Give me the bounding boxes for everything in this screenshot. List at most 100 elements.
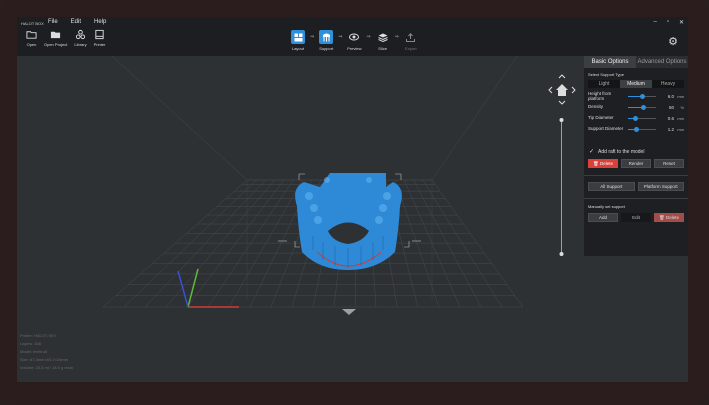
chevron-down-icon[interactable]	[558, 100, 566, 105]
3d-viewport[interactable]	[17, 56, 584, 382]
reset-button[interactable]: Reset	[654, 159, 684, 168]
chevron-right-icon[interactable]	[571, 86, 576, 94]
delete-manual-support-button[interactable]: 🗑 Delete	[654, 213, 684, 222]
tab-advanced-options[interactable]: Advanced Options	[636, 56, 688, 68]
step-export-label: Export	[405, 46, 417, 51]
open-project-button[interactable]: Open Project	[44, 29, 67, 47]
zoom-slider[interactable]	[559, 116, 564, 258]
density-slider[interactable]	[628, 105, 656, 110]
open-label: Open	[26, 42, 37, 47]
settings-gear-icon[interactable]: ⚙	[668, 35, 678, 48]
support-type-heading: Select Support Type	[588, 72, 624, 77]
delete-label: Delete	[599, 161, 613, 166]
printer-button[interactable]: Printer	[94, 29, 105, 47]
view-navigation[interactable]	[546, 72, 576, 112]
manual-support-heading: Manually set support	[588, 204, 625, 209]
close-button[interactable]: ✕	[679, 19, 684, 26]
delete-support-button[interactable]: 🗑 Delete	[588, 159, 618, 168]
export-icon	[406, 32, 416, 42]
step-slice-label: Slice	[378, 46, 387, 51]
z-axis-line	[177, 270, 189, 308]
grid-line	[102, 179, 248, 308]
grid-line	[422, 179, 503, 308]
delete-label: Delete	[665, 215, 679, 220]
grid-line	[207, 179, 294, 308]
step-support[interactable]: Support	[317, 30, 335, 51]
param-unit: mm	[677, 94, 684, 99]
support-type-medium[interactable]: Medium	[620, 80, 652, 88]
chevron-up-icon[interactable]	[558, 74, 566, 79]
tab-basic-options[interactable]: Basic Options	[584, 56, 636, 68]
trash-icon: 🗑	[593, 160, 600, 166]
minimize-button[interactable]: –	[653, 19, 656, 26]
step-preview-label: Preview	[347, 46, 362, 51]
param-name: Support Diameter	[588, 126, 624, 132]
all-support-button[interactable]: All Support	[588, 182, 635, 191]
brand-label: HALOT BOX	[21, 21, 44, 26]
printer-icon	[95, 29, 104, 40]
file-tools: Open Open Project Library Printer	[26, 29, 112, 47]
support-type-light[interactable]: Light	[588, 80, 620, 88]
trash-icon: 🗑	[659, 214, 666, 220]
info-line: Size: 67.3mm×53.2×24mm	[20, 357, 69, 362]
zoom-bottom-handle	[559, 252, 564, 256]
library-button[interactable]: Library	[74, 29, 87, 47]
home-icon[interactable]	[556, 84, 568, 96]
step-layout-label: Layout	[291, 46, 304, 51]
add-raft-label: Add raft to the model	[598, 148, 645, 155]
param-value: 50	[668, 105, 674, 110]
support-type-heavy[interactable]: Heavy	[652, 80, 684, 88]
library-label: Library	[74, 42, 87, 47]
support-action-row: 🗑 Delete Render Reset	[588, 159, 684, 168]
tip-diameter-slider[interactable]	[628, 116, 656, 121]
divider	[584, 198, 688, 199]
open-project-label: Open Project	[44, 42, 68, 47]
support-type-selector: Light Medium Heavy	[588, 80, 684, 88]
check-icon: ✓	[589, 149, 595, 155]
grid-line	[123, 179, 257, 308]
render-button[interactable]: Render	[621, 159, 651, 168]
param-value: 1.2	[667, 127, 674, 132]
edit-support-button[interactable]: Edit	[621, 213, 651, 222]
menu-edit[interactable]: Edit	[71, 19, 81, 25]
workflow-steps: Layout ⇒ Support ⇒ Preview ⇒ Slice ⇒ Exp…	[289, 30, 420, 51]
front-marker-icon	[342, 309, 356, 315]
step-arrow-icon: ⇒	[394, 34, 399, 40]
maximize-button[interactable]: ▫	[667, 19, 669, 26]
eye-icon	[349, 33, 360, 41]
support-diameter-slider[interactable]	[628, 127, 656, 132]
options-tabs: Basic Options Advanced Options	[584, 56, 688, 68]
step-arrow-icon: ⇒	[310, 34, 315, 40]
step-preview[interactable]: Preview	[345, 30, 363, 51]
add-support-button[interactable]: Add	[588, 213, 618, 222]
add-raft-checkbox[interactable]: ✓ Add raft to the model	[589, 148, 688, 156]
library-icon	[75, 29, 86, 40]
chevron-left-icon[interactable]	[548, 86, 553, 94]
param-unit: mm	[677, 116, 684, 121]
menu-file[interactable]: File	[48, 19, 58, 25]
menu-bar: File Edit Help	[48, 19, 119, 25]
step-export[interactable]: Export	[402, 30, 420, 51]
param-value: 0.6	[667, 116, 674, 121]
dental-model[interactable]	[295, 173, 402, 270]
project-folder-icon	[51, 31, 61, 39]
menu-help[interactable]: Help	[94, 19, 106, 25]
manual-support-row: Add Edit 🗑 Delete	[588, 213, 684, 222]
info-line: Layers: 308	[20, 341, 41, 346]
auto-support-row: All Support Platform Support	[588, 182, 684, 191]
param-name: Density	[588, 104, 604, 110]
param-unit: mm	[677, 127, 684, 132]
param-row: Height from platform 6.0 mm	[588, 91, 684, 102]
param-row: Tip Diameter 0.6 mm	[588, 113, 684, 124]
model-info: Printer: HALOT-SKY Layers: 308 Model: te…	[20, 332, 73, 372]
step-layout[interactable]: Layout	[289, 30, 307, 51]
divider	[584, 175, 688, 176]
step-slice[interactable]: Slice	[374, 30, 392, 51]
param-unit: %	[680, 105, 684, 110]
height-slider[interactable]	[628, 94, 656, 99]
platform-support-button[interactable]: Platform Support	[637, 182, 684, 191]
open-button[interactable]: Open	[26, 29, 37, 47]
info-line: Model: teeth.stl	[20, 349, 48, 354]
window-controls: – ▫ ✕	[653, 19, 684, 26]
folder-icon	[26, 31, 37, 39]
